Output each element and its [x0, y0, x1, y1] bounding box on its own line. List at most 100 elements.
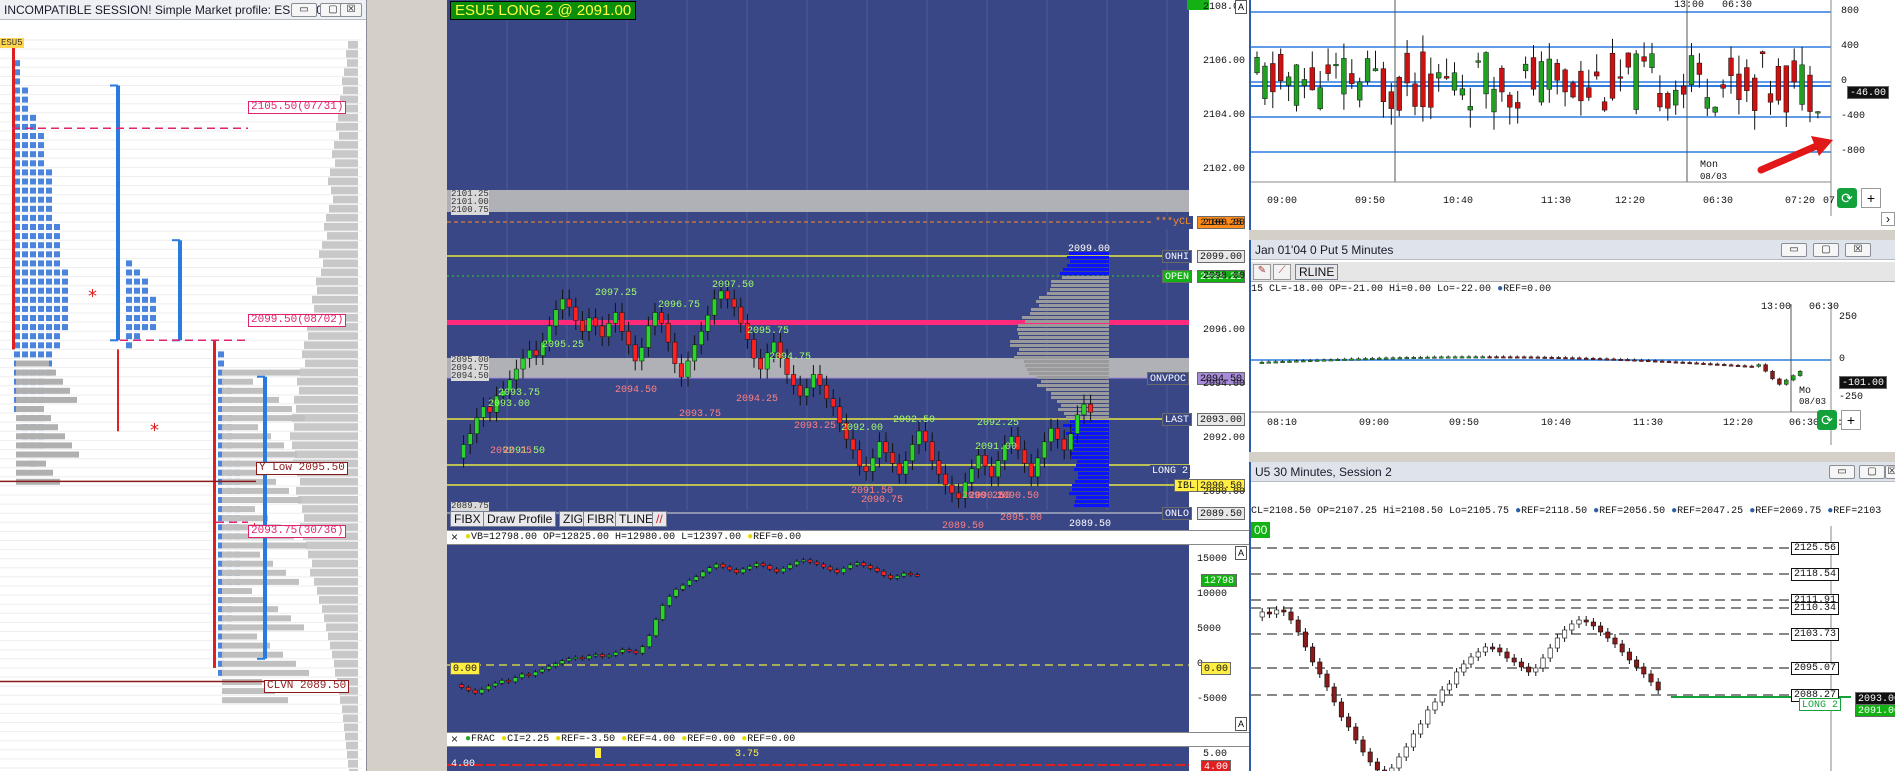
tick-mon-date: 08/03	[1700, 172, 1728, 182]
candle-body	[896, 463, 902, 475]
tick-plus-button[interactable]: +	[1861, 188, 1881, 208]
put-candle	[1521, 356, 1527, 359]
put-candle	[1404, 357, 1410, 360]
tpo-letter	[218, 360, 224, 367]
volume-bar	[308, 332, 358, 340]
tpo-letter	[126, 269, 132, 276]
put-refresh-button[interactable]: ⟳	[1817, 410, 1837, 430]
tpo-letter	[22, 287, 28, 294]
candle-body	[929, 441, 935, 461]
volume-bar	[329, 204, 358, 213]
vb-candle	[780, 568, 786, 573]
candle-body	[824, 384, 830, 399]
candle-body	[949, 484, 955, 494]
es30-candle	[1360, 739, 1366, 753]
close-button[interactable]: ☒	[340, 3, 362, 17]
es30-candle	[1554, 637, 1560, 649]
tpo-letter	[38, 196, 44, 203]
tick-candle	[1436, 72, 1442, 79]
volume-profile-bar	[1037, 376, 1109, 379]
put-candle	[1584, 357, 1589, 360]
tpo-letter	[134, 287, 140, 294]
vb-candle	[680, 584, 686, 590]
tpo-letter	[54, 269, 60, 276]
tick-candle	[1301, 79, 1308, 86]
candle-body	[936, 460, 942, 475]
vb-zero-right: 0.00	[1201, 662, 1232, 675]
candle-body	[527, 349, 533, 359]
tpo-letter	[38, 133, 44, 139]
tpo-letter	[30, 178, 36, 185]
scroll-a-frac[interactable]: A	[1235, 717, 1247, 731]
tick-candle	[1459, 88, 1466, 96]
profile-bottom-label: 2089.50	[1069, 519, 1112, 530]
frac-right-value: 5.00	[1203, 749, 1228, 760]
tick-refresh-button[interactable]: ⟳	[1837, 188, 1857, 208]
tpo-letter	[38, 233, 44, 240]
volume-bar	[296, 486, 358, 495]
vb-candle	[606, 654, 612, 657]
tick-candle	[1720, 84, 1726, 89]
chart-title: ESU5 LONG 2 @ 2091.00	[450, 1, 637, 20]
scroll-a-vb[interactable]: A	[1235, 546, 1247, 560]
es30-candle	[1562, 629, 1568, 639]
candle-body	[837, 406, 843, 424]
marker-y-low: Y Low 2095.50	[256, 462, 348, 475]
y-axis-label: 2102.00	[1203, 163, 1246, 175]
tpo-tail	[222, 569, 286, 576]
tick-candle	[1467, 106, 1473, 111]
es30-candle	[1338, 701, 1344, 718]
minimize-button[interactable]: ▭	[291, 3, 317, 17]
candle-body	[1041, 441, 1047, 459]
tick-candle	[1767, 93, 1774, 103]
es30-candle	[1281, 609, 1287, 613]
tpo-letter	[30, 214, 36, 221]
tick-y-label: -800	[1841, 146, 1866, 157]
tline-button[interactable]: TLINE	[615, 511, 658, 527]
candle-price-label: 2093.25	[794, 421, 837, 432]
candle-body	[474, 417, 480, 434]
tpo-letter	[30, 160, 36, 167]
tick-candle	[1380, 68, 1387, 102]
put-candle	[1673, 361, 1679, 364]
put-plus-button[interactable]: +	[1841, 410, 1861, 430]
put-candle	[1542, 356, 1547, 359]
draw-profile-button[interactable]: Draw Profile	[483, 511, 557, 527]
tpo-letter	[30, 287, 36, 294]
es30-candle	[1605, 631, 1611, 639]
es30-candle	[1274, 609, 1280, 615]
es30-candle	[1490, 646, 1496, 650]
vb-close-button[interactable]: ×	[451, 530, 458, 544]
frac-header-name: FRAC	[471, 734, 496, 745]
vb-candle	[854, 562, 860, 566]
es30-candle	[1302, 631, 1308, 648]
candle-body	[461, 444, 467, 459]
candle-body	[579, 320, 585, 332]
candle-body	[830, 398, 836, 408]
candle-body	[857, 449, 863, 467]
tpo-letter	[38, 351, 44, 358]
put-candle	[1646, 360, 1651, 363]
volume-bar	[335, 159, 358, 167]
fibr-button[interactable]: FIBR	[583, 511, 619, 527]
tick-x-label: 12:20	[1615, 196, 1646, 207]
volume-profile-bar	[1071, 436, 1109, 439]
tpo-letter	[62, 324, 68, 331]
frac-close-button[interactable]: ×	[451, 732, 458, 746]
scroll-a-main[interactable]: A	[1235, 0, 1247, 14]
put-candle	[1611, 358, 1616, 361]
tick-candle	[1341, 58, 1347, 95]
volume-profile-bar	[1075, 500, 1109, 503]
candle-body	[810, 374, 816, 389]
tick-candle	[1562, 69, 1568, 93]
volume-bar	[331, 186, 358, 195]
fibx-button[interactable]: FIBX	[450, 511, 485, 527]
volume-profile-bar	[1063, 268, 1109, 271]
tick-candle	[1309, 67, 1315, 91]
tick-next-button[interactable]: ›	[1881, 212, 1895, 226]
draw-line-button[interactable]: //	[652, 511, 667, 527]
tpo-letter	[150, 296, 156, 303]
vb-candle	[720, 563, 726, 568]
tick-candle	[1412, 83, 1418, 107]
tick-mon-label: Mon	[1700, 160, 1719, 171]
